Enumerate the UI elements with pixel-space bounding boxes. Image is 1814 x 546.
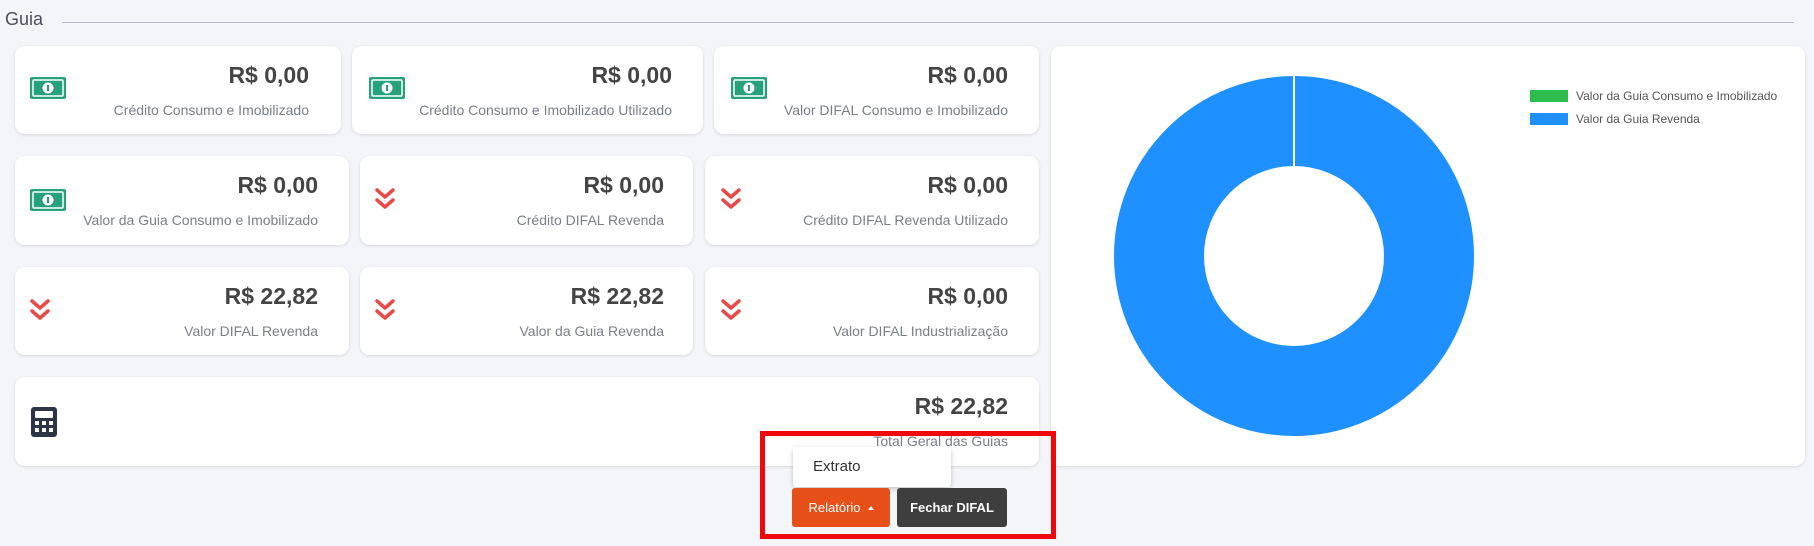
card-label: Valor da Guia Consumo e Imobilizado	[83, 212, 318, 228]
legend-label: Valor da Guia Revenda	[1576, 111, 1700, 126]
double-chevron-down-icon	[30, 298, 50, 329]
card-value: R$ 0,00	[927, 283, 1008, 309]
summary-card: R$ 0,00 Valor DIFAL Consumo e Imobilizad…	[714, 46, 1039, 134]
chart-legend: Valor da Guia Consumo e Imobilizado Valo…	[1530, 84, 1777, 130]
card-label: Valor da Guia Revenda	[519, 323, 665, 339]
section-header: Guia	[0, 0, 1814, 40]
legend-item[interactable]: Valor da Guia Consumo e Imobilizado	[1530, 84, 1777, 107]
card-label: Valor DIFAL Industrialização	[832, 323, 1008, 339]
card-value: R$ 0,00	[927, 172, 1008, 198]
summary-card: R$ 0,00 Valor da Guia Consumo e Imobiliz…	[15, 156, 349, 245]
calculator-icon	[30, 406, 58, 443]
summary-card: R$ 22,82 Valor da Guia Revenda	[360, 267, 693, 355]
card-label: Valor DIFAL Revenda	[184, 323, 318, 339]
section-title: Guia	[5, 9, 44, 29]
card-value: R$ 0,00	[583, 172, 664, 198]
card-value: R$ 0,00	[591, 62, 672, 88]
summary-card: R$ 0,00 Crédito DIFAL Revenda	[360, 156, 693, 245]
double-chevron-down-icon	[375, 298, 395, 329]
chart-card: Valor da Guia Consumo e Imobilizado Valo…	[1051, 46, 1805, 466]
double-chevron-down-icon	[721, 187, 741, 218]
card-value: R$ 0,00	[927, 62, 1008, 88]
section-divider	[62, 22, 1794, 23]
card-label: Crédito Consumo e Imobilizado	[113, 102, 309, 118]
summary-card: R$ 0,00 Crédito Consumo e Imobilizado Ut…	[352, 46, 703, 134]
total-value: R$ 22,82	[914, 393, 1008, 419]
double-chevron-down-icon	[721, 298, 741, 329]
money-icon	[731, 77, 767, 104]
card-label: Crédito DIFAL Revenda Utilizado	[803, 212, 1008, 228]
money-icon	[369, 77, 405, 104]
money-icon	[30, 77, 66, 104]
summary-card: R$ 0,00 Crédito DIFAL Revenda Utilizado	[705, 156, 1039, 245]
card-value: R$ 0,00	[237, 172, 318, 198]
legend-item[interactable]: Valor da Guia Revenda	[1530, 107, 1777, 130]
summary-card: R$ 0,00 Valor DIFAL Industrialização	[705, 267, 1039, 355]
card-value: R$ 22,82	[224, 283, 318, 309]
highlight-box	[760, 431, 1056, 539]
double-chevron-down-icon	[375, 187, 395, 218]
card-label: Crédito Consumo e Imobilizado Utilizado	[419, 102, 672, 118]
legend-swatch	[1530, 112, 1568, 125]
card-value: R$ 22,82	[570, 283, 664, 309]
card-label: Valor DIFAL Consumo e Imobilizado	[783, 102, 1008, 118]
money-icon	[30, 189, 66, 216]
card-label: Crédito DIFAL Revenda	[516, 212, 664, 228]
card-value: R$ 0,00	[228, 62, 309, 88]
legend-swatch	[1530, 89, 1568, 102]
summary-card: R$ 0,00 Crédito Consumo e Imobilizado	[15, 46, 341, 134]
summary-card: R$ 22,82 Valor DIFAL Revenda	[15, 267, 349, 355]
legend-label: Valor da Guia Consumo e Imobilizado	[1576, 88, 1778, 103]
